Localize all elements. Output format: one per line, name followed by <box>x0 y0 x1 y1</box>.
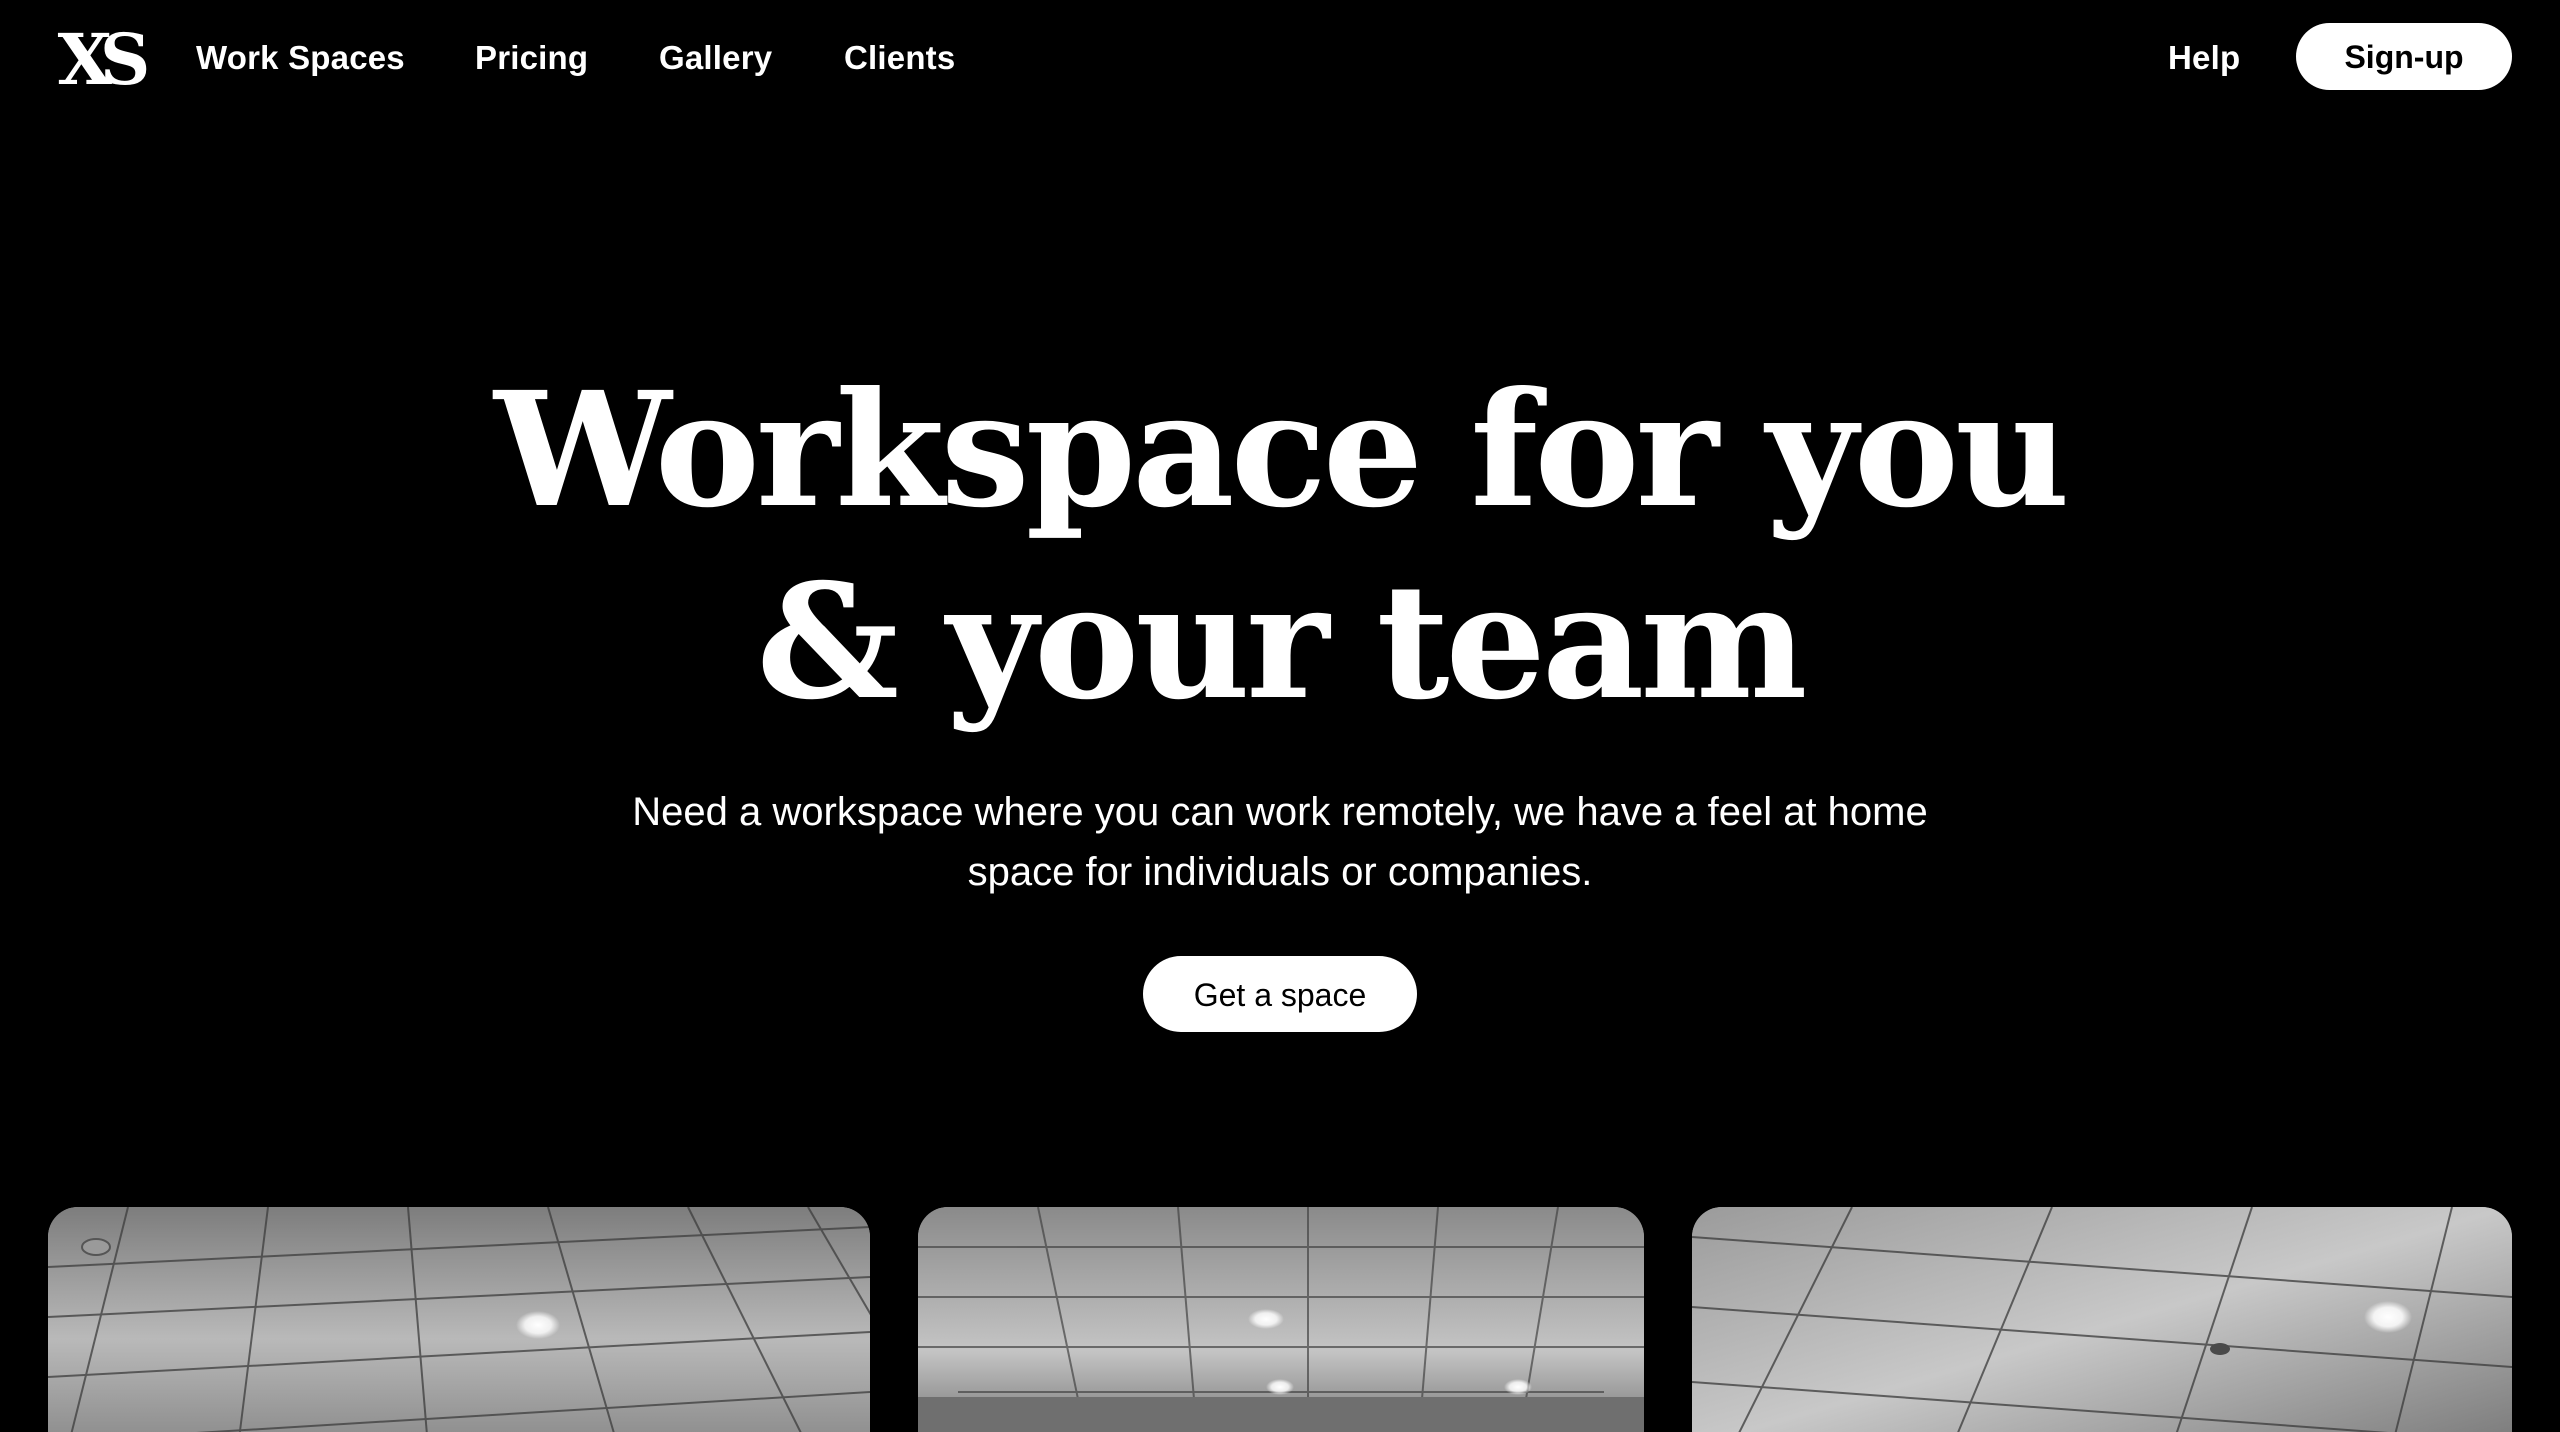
nav-link-pricing[interactable]: Pricing <box>475 34 588 82</box>
office-ceiling-photo-1 <box>48 1207 870 1432</box>
logo-text: XS <box>58 28 147 92</box>
landing-page: XS Work Spaces Pricing Gallery Clients H… <box>0 0 2560 1432</box>
signup-button[interactable]: Sign-up <box>2296 23 2512 90</box>
hero-subtitle: Need a workspace where you can work remo… <box>580 782 1980 902</box>
hero-subtitle-line-2: space for individuals or companies. <box>967 850 1593 894</box>
gallery-card-1[interactable] <box>48 1207 870 1432</box>
nav-link-work-spaces[interactable]: Work Spaces <box>196 34 405 82</box>
gallery-card-2[interactable] <box>918 1207 1644 1432</box>
hero-title-line-2: & your team <box>756 550 1807 735</box>
office-ceiling-photo-2 <box>918 1207 1644 1432</box>
nav-link-gallery[interactable]: Gallery <box>659 34 772 82</box>
hero-title: Workspace for you & your team <box>0 355 2560 739</box>
hero-title-line-1: Workspace for you <box>494 358 2070 543</box>
office-ceiling-photo-3 <box>1692 1207 2512 1432</box>
nav-link-clients[interactable]: Clients <box>844 34 955 82</box>
get-a-space-button[interactable]: Get a space <box>1143 956 1417 1032</box>
xs-logo[interactable]: XS <box>48 28 148 92</box>
hero-subtitle-line-1: Need a workspace where you can work remo… <box>632 790 1928 834</box>
nav-link-help[interactable]: Help <box>2168 34 2240 82</box>
gallery-card-3[interactable] <box>1692 1207 2512 1432</box>
